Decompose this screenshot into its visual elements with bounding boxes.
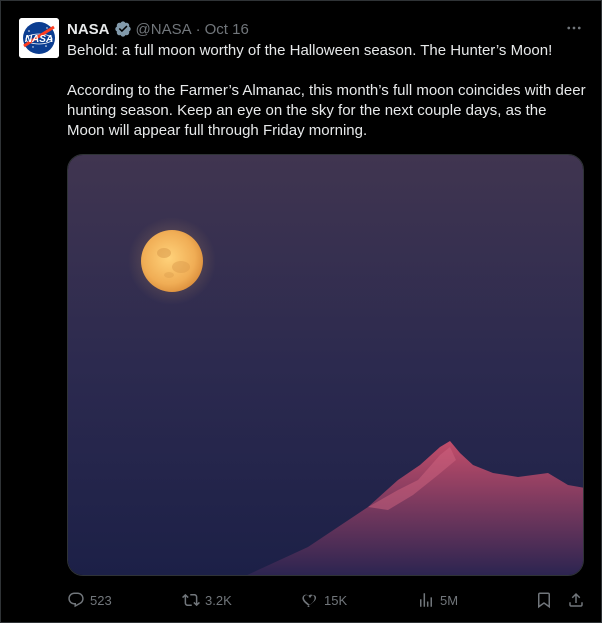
views-icon (420, 593, 432, 607)
views-button[interactable]: 5M (417, 589, 458, 611)
repost-icon (182, 593, 200, 607)
separator-dot: · (195, 20, 201, 38)
tweet-paragraph: According to the Farmer’s Almanac, this … (67, 82, 586, 139)
more-dots-icon (567, 26, 581, 30)
bookmark-button[interactable] (535, 589, 553, 611)
heart-icon (302, 594, 317, 608)
tweet-paragraph: Behold: a full moon worthy of the Hallow… (67, 42, 553, 59)
reply-button[interactable]: 523 (67, 589, 112, 611)
avatar[interactable]: NASA (19, 18, 59, 58)
tweet-card: NASA NASA @NASA · Oct 16 Behold: a full … (0, 0, 602, 623)
tweet-image[interactable] (67, 154, 584, 576)
post-date[interactable]: Oct 16 (205, 21, 249, 38)
repost-count: 3.2K (205, 592, 232, 608)
svg-text:NASA: NASA (25, 34, 53, 45)
share-icon (569, 592, 583, 607)
like-button[interactable]: 15K (301, 589, 347, 611)
nasa-logo-icon: NASA (19, 18, 59, 58)
reply-count: 523 (90, 592, 112, 608)
author-name[interactable]: NASA (67, 21, 110, 38)
views-count: 5M (440, 592, 459, 608)
tweet-text: Behold: a full moon worthy of the Hallow… (67, 41, 587, 141)
more-options-button[interactable] (563, 17, 585, 39)
reply-icon (68, 592, 84, 608)
repost-button[interactable]: 3.2K (182, 589, 232, 611)
verified-badge-icon (114, 21, 131, 37)
action-bar: 523 3.2K 15K 5M (67, 589, 587, 611)
author-handle[interactable]: @NASA (136, 21, 192, 38)
bookmark-icon (538, 592, 550, 609)
moon-photo (68, 155, 583, 575)
like-count: 15K (324, 592, 348, 608)
moon (141, 230, 203, 292)
share-button[interactable] (567, 589, 585, 611)
tweet-header: NASA @NASA · Oct 16 (67, 19, 585, 39)
